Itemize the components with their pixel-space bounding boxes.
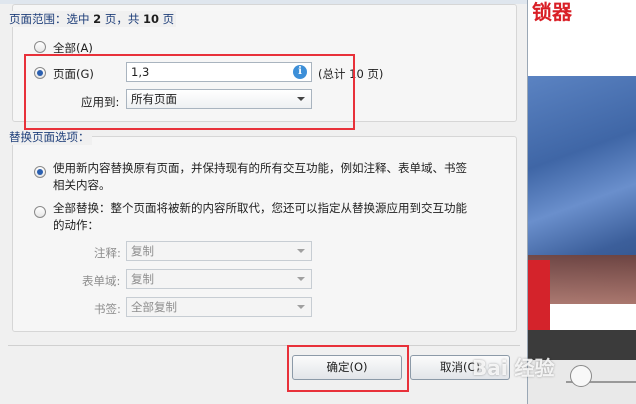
chevron-down-icon <box>297 277 305 281</box>
form-value: 复制 <box>131 272 154 286</box>
form-label: 表单域: <box>82 274 121 288</box>
page-range-title-prefix: 页面范围：选中 <box>9 12 90 26</box>
bookmark-value: 全部复制 <box>131 300 177 314</box>
replace-pages-dialog: 页面范围：选中 2 页，共 10 页 全部(A) 页面(G) 1,3 i (总计… <box>0 0 528 404</box>
all-pages-radio[interactable] <box>34 41 46 53</box>
replace-all-line1[interactable]: 全部替换：整个页面将被新的内容所取代，您还可以指定从替换源应用到交互功能 <box>53 200 467 216</box>
watermark: Bai 经验 <box>472 356 555 380</box>
keep-interactive-radio[interactable] <box>34 166 46 178</box>
annotation-label: 注释: <box>94 246 121 260</box>
photo-red-element <box>528 260 550 330</box>
chevron-down-icon <box>297 249 305 253</box>
replace-all-line2[interactable]: 的动作： <box>53 217 99 233</box>
pages-input[interactable]: 1,3 i <box>126 62 312 82</box>
page-range-title: 页面范围：选中 2 页，共 10 页 <box>7 11 177 27</box>
bookmark-select[interactable]: 全部复制 <box>126 297 312 317</box>
page-range-title-mid: 页，共 <box>104 12 140 26</box>
apply-to-select[interactable]: 所有页面 <box>126 89 312 109</box>
chevron-down-icon <box>297 305 305 309</box>
keep-interactive-line2[interactable]: 相关内容。 <box>53 177 111 193</box>
replace-all-radio[interactable] <box>34 206 46 218</box>
total-count: 10 <box>142 12 159 26</box>
background-headline: 锁器 <box>532 0 572 24</box>
page-range-title-suffix: 页 <box>162 12 175 26</box>
apply-to-label: 应用到: <box>81 95 120 109</box>
chevron-down-icon <box>297 97 305 101</box>
ok-button[interactable]: 确定(O) <box>292 355 402 380</box>
selected-count: 2 <box>93 12 102 26</box>
replace-options-title: 替换页面选项： <box>7 129 92 145</box>
pages-input-value: 1,3 <box>131 65 150 79</box>
annotation-value: 复制 <box>131 244 154 258</box>
apply-to-value: 所有页面 <box>131 92 177 106</box>
pages-total-label: (总计 10 页) <box>318 67 384 81</box>
footer-divider <box>8 345 520 346</box>
background-document: 锁器 <box>528 0 636 404</box>
pages-label[interactable]: 页面(G) <box>53 66 94 82</box>
info-icon[interactable]: i <box>293 65 307 79</box>
pages-radio[interactable] <box>34 67 46 79</box>
bookmark-label: 书签: <box>94 302 121 316</box>
annotation-select[interactable]: 复制 <box>126 241 312 261</box>
form-select[interactable]: 复制 <box>126 269 312 289</box>
slider-knob[interactable] <box>570 365 592 387</box>
keep-interactive-line1[interactable]: 使用新内容替换原有页面，并保持现有的所有交互功能，例如注释、表单域、书签 <box>53 160 467 176</box>
all-pages-label[interactable]: 全部(A) <box>53 40 93 56</box>
